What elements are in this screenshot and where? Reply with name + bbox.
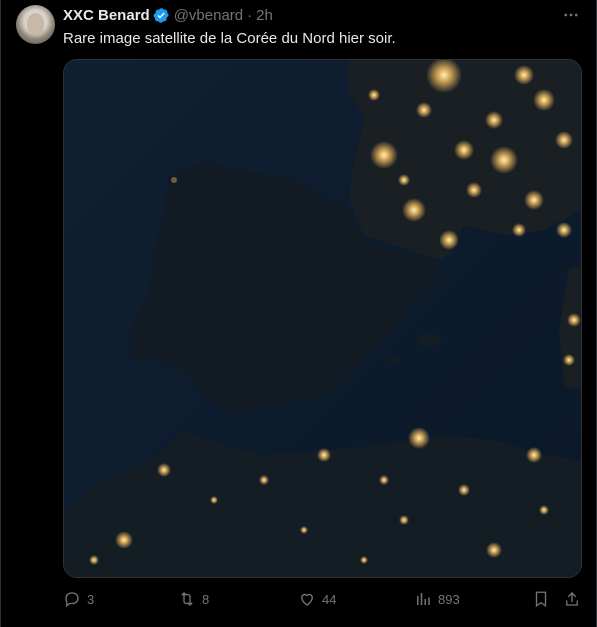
avatar-face: [27, 13, 44, 35]
author-handle[interactable]: @vbenard: [174, 7, 243, 24]
retweet-button[interactable]: 8: [178, 589, 209, 609]
author-name[interactable]: XXC Benard: [63, 7, 150, 24]
reply-count: 3: [87, 591, 95, 607]
reply-button[interactable]: 3: [63, 589, 94, 609]
like-count: 44: [322, 591, 337, 607]
views-button[interactable]: 893: [414, 589, 460, 609]
bookmark-button[interactable]: [532, 589, 550, 609]
tweet-header: XXC Benard @vbenard · 2h: [63, 6, 273, 24]
share-icon: [566, 592, 578, 606]
share-button[interactable]: [563, 589, 581, 609]
heart-icon: [301, 593, 313, 606]
tweet[interactable]: XXC Benard @vbenard · 2h Rare image sate…: [0, 0, 597, 627]
tweet-media[interactable]: [63, 59, 582, 578]
divider-left: [0, 0, 1, 627]
bookmark-icon: [535, 591, 547, 608]
satellite-night-image: [64, 60, 581, 577]
timestamp[interactable]: 2h: [256, 7, 273, 24]
tweet-text: Rare image satellite de la Corée du Nord…: [63, 30, 396, 47]
verified-badge-icon: [153, 7, 170, 24]
retweet-count: 8: [202, 591, 210, 607]
reply-icon: [65, 592, 79, 608]
avatar[interactable]: [16, 5, 55, 44]
tweet-actions: 3 8 44 893: [63, 589, 583, 609]
like-button[interactable]: 44: [298, 589, 336, 609]
retweet-icon: [181, 592, 193, 606]
views-count: 893: [438, 591, 460, 607]
views-icon: [417, 593, 430, 605]
separator-dot: ·: [247, 6, 253, 24]
more-horizontal-icon[interactable]: [561, 7, 581, 23]
